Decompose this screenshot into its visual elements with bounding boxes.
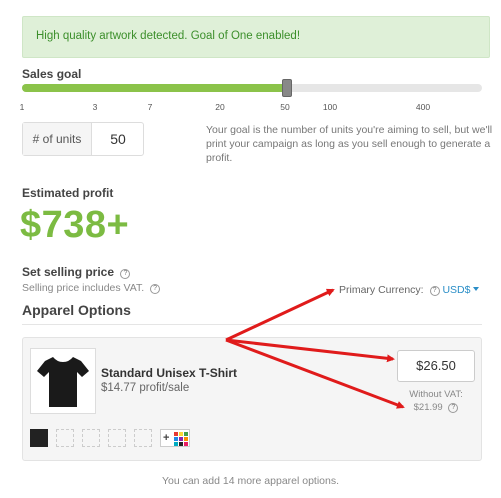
without-vat-price-value: $21.99 [413, 402, 443, 413]
price-input[interactable]: $26.50 [397, 350, 475, 382]
tshirt-icon [37, 357, 89, 407]
color-swatch-empty[interactable] [56, 429, 74, 447]
product-name: Standard Unisex T-Shirt [101, 366, 238, 380]
divider [22, 324, 482, 325]
primary-currency-label: Primary Currency: [339, 284, 424, 296]
currency-value: USD$ [442, 284, 471, 296]
info-icon[interactable]: ? [120, 269, 131, 279]
apparel-options-heading: Apparel Options [22, 302, 131, 318]
chevron-down-icon [473, 287, 480, 291]
primary-currency: Primary Currency: ? USD$ [339, 284, 480, 296]
info-icon[interactable]: ? [150, 284, 161, 294]
slider-tick[interactable]: 3 [93, 102, 98, 112]
slider-handle[interactable] [282, 79, 292, 97]
slider-tick[interactable]: 1 [20, 102, 25, 112]
arrow-to-currency [225, 288, 335, 342]
slider-tick[interactable]: 7 [148, 102, 153, 112]
units-input[interactable] [93, 123, 143, 155]
plus-icon: + [163, 432, 170, 444]
add-color-button[interactable]: + [160, 429, 190, 447]
estimated-profit-label: Estimated profit [22, 186, 114, 200]
sales-goal-label: Sales goal [22, 67, 82, 81]
tshirt-thumbnail[interactable] [30, 348, 96, 414]
slider-fill [22, 84, 287, 92]
currency-select[interactable]: USD$ [442, 284, 480, 296]
banner-message: High quality artwork detected. Goal of O… [36, 30, 301, 42]
set-selling-price-label: Set selling price ? [22, 265, 131, 279]
color-swatch-empty[interactable] [108, 429, 126, 447]
vat-note: Selling price includes VAT. ? [22, 282, 161, 294]
product-card: Standard Unisex T-Shirt $14.77 profit/sa… [22, 337, 482, 461]
sales-goal-slider[interactable] [22, 79, 482, 97]
units-label: # of units [23, 123, 92, 155]
color-swatch-empty[interactable] [82, 429, 100, 447]
without-vat-price: $21.99 ? [397, 402, 475, 413]
slider-tick[interactable]: 400 [416, 102, 430, 112]
units-field: # of units [22, 122, 144, 156]
slider-tick[interactable]: 50 [280, 102, 289, 112]
estimated-profit-value: $738+ [20, 204, 130, 246]
product-profit: $14.77 profit/sale [101, 382, 190, 394]
info-icon[interactable]: ? [429, 286, 440, 296]
slider-tick[interactable]: 20 [215, 102, 224, 112]
color-swatch-black[interactable] [30, 429, 48, 447]
info-icon[interactable]: ? [448, 403, 459, 413]
palette-icon [174, 432, 188, 446]
goal-help-text: Your goal is the number of units you're … [206, 124, 493, 164]
success-banner: High quality artwork detected. Goal of O… [22, 16, 490, 58]
without-vat-label: Without VAT: [409, 389, 463, 400]
color-swatch-empty[interactable] [134, 429, 152, 447]
set-selling-price-text: Set selling price [22, 265, 115, 279]
vat-note-text: Selling price includes VAT. [22, 282, 145, 294]
slider-tick[interactable]: 100 [323, 102, 337, 112]
apparel-footer-note: You can add 14 more apparel options. [161, 475, 340, 487]
